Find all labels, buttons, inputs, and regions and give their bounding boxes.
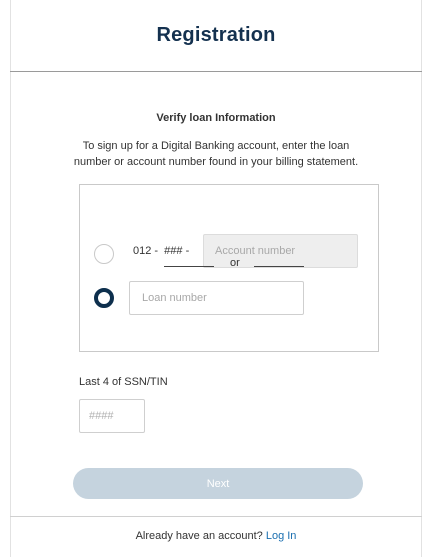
verify-heading: Verify loan Information: [156, 112, 276, 124]
loan-number-radio[interactable]: [94, 288, 114, 308]
next-button[interactable]: Next: [73, 468, 363, 499]
instructions-line-1: To sign up for a Digital Banking account…: [82, 140, 350, 152]
instructions-line-2: number or account number found in your b…: [73, 156, 359, 168]
or-separator: or: [164, 256, 304, 272]
header-divider: [10, 71, 422, 72]
footer-divider: [10, 516, 422, 517]
verify-instructions: To sign up for a Digital Banking account…: [10, 138, 422, 170]
page-border-right: [421, 0, 422, 557]
page-border-left: [10, 0, 11, 557]
ssn-input[interactable]: [79, 399, 145, 433]
login-link[interactable]: Log In: [266, 530, 297, 542]
or-text: or: [230, 257, 240, 269]
footer: Already have an account? Log In: [10, 530, 422, 542]
separator-line-left: [164, 266, 214, 267]
account-number-radio[interactable]: [94, 244, 114, 264]
ssn-label: Last 4 of SSN/TIN: [79, 376, 168, 388]
login-prompt: Already have an account?: [135, 530, 263, 542]
page-title: Registration: [156, 24, 276, 46]
loan-number-input[interactable]: [129, 281, 304, 315]
separator-line-right: [254, 266, 304, 267]
